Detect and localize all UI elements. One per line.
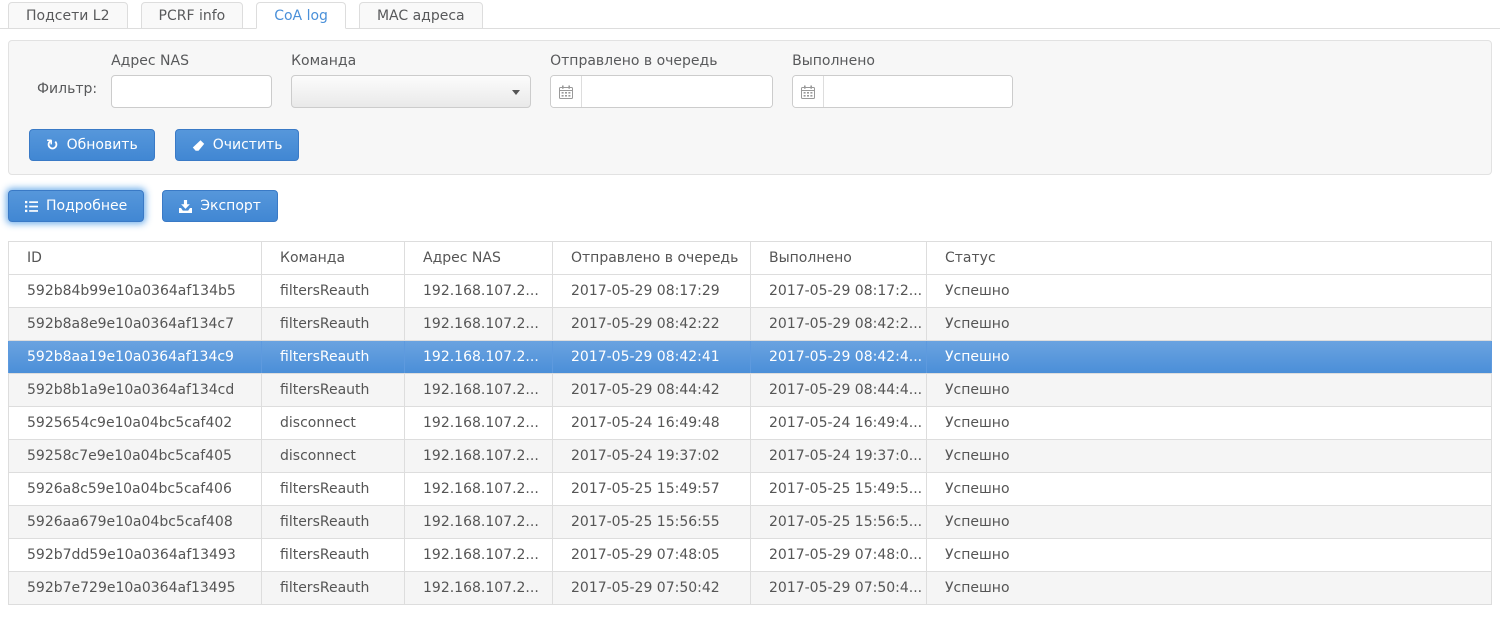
column-header-nas: Адрес NAS — [404, 241, 553, 275]
table-row[interactable]: 592b8b1a9e10a0364af134cd filtersReauth 1… — [8, 373, 1492, 407]
status-cell: Успешно — [926, 274, 1492, 308]
column-header-id: ID — [8, 241, 262, 275]
nas-filter-input[interactable] — [111, 75, 273, 108]
status-cell: Успешно — [926, 439, 1492, 473]
table-header-row: ID Команда Адрес NAS Отправлено в очеред… — [8, 241, 1492, 275]
clear-button[interactable]: Очистить — [174, 129, 300, 161]
column-header-executed: Выполнено — [750, 241, 927, 275]
export-button[interactable]: Экспорт — [162, 190, 278, 222]
queued-filter-label: Отправлено в очередь — [550, 53, 718, 69]
tab-mac-adresa[interactable]: MAC адреса — [358, 2, 483, 29]
calendar-icon[interactable] — [793, 76, 825, 107]
column-header-status: Статус — [926, 241, 1492, 275]
column-header-command: Команда — [261, 241, 405, 275]
status-cell: Успешно — [926, 373, 1492, 407]
calendar-icon[interactable] — [551, 76, 583, 107]
table-row[interactable]: 5926aa679e10a04bc5caf408 filtersReauth 1… — [8, 505, 1492, 539]
nas-filter-label: Адрес NAS — [111, 53, 189, 69]
tab-pcrf-info[interactable]: PCRF info — [140, 2, 244, 29]
executed-filter-group: Выполнено — [792, 53, 1014, 108]
command-filter-select[interactable] — [291, 75, 532, 108]
executed-filter-label: Выполнено — [792, 53, 875, 69]
status-cell: Успешно — [926, 406, 1492, 440]
nas-filter-group: Адрес NAS — [111, 53, 273, 108]
tab-coa-log[interactable]: CoA log — [256, 2, 346, 29]
refresh-icon: ↻ — [46, 135, 59, 154]
refresh-button[interactable]: ↻ Обновить — [29, 129, 155, 161]
status-cell: Успешно — [926, 538, 1492, 572]
details-button[interactable]: Подробнее — [8, 190, 145, 222]
table-row-selected[interactable]: 592b8aa19e10a0364af134c9 filtersReauth 1… — [8, 340, 1492, 374]
coa-log-table: ID Команда Адрес NAS Отправлено в очеред… — [8, 241, 1492, 605]
table-row[interactable]: 5925654c9e10a04bc5caf402 disconnect 192.… — [8, 406, 1492, 440]
tab-podseti-l2[interactable]: Подсети L2 — [8, 2, 128, 29]
table-row[interactable]: 592b7dd59e10a0364af13493 filtersReauth 1… — [8, 538, 1492, 572]
tab-bar: Подсети L2 PCRF info CoA log MAC адреса — [0, 0, 1500, 29]
download-icon — [179, 199, 193, 213]
filter-panel: Фильтр: Адрес NAS Команда Отправлено в о… — [8, 40, 1492, 175]
status-cell: Успешно — [926, 472, 1492, 506]
list-icon — [25, 200, 38, 213]
queued-filter-input[interactable] — [582, 76, 773, 107]
eraser-icon — [192, 139, 205, 152]
queued-filter-group: Отправлено в очередь — [550, 53, 774, 108]
table-row[interactable]: 592b84b99e10a0364af134b5 filtersReauth 1… — [8, 274, 1492, 308]
status-cell: Успешно — [926, 340, 1492, 374]
filter-caption: Фильтр: — [37, 81, 98, 97]
status-cell: Успешно — [926, 571, 1492, 605]
status-cell: Успешно — [926, 505, 1492, 539]
command-filter-label: Команда — [291, 53, 357, 69]
action-row: Подробнее Экспорт — [8, 190, 1492, 222]
executed-filter-input[interactable] — [824, 76, 1013, 107]
column-header-queued: Отправлено в очередь — [552, 241, 751, 275]
status-cell: Успешно — [926, 307, 1492, 341]
table-row[interactable]: 592b7e729e10a0364af13495 filtersReauth 1… — [8, 571, 1492, 605]
table-row[interactable]: 592b8a8e9e10a0364af134c7 filtersReauth 1… — [8, 307, 1492, 341]
command-filter-group: Команда — [291, 53, 532, 108]
table-row[interactable]: 5926a8c59e10a04bc5caf406 filtersReauth 1… — [8, 472, 1492, 506]
table-row[interactable]: 59258c7e9e10a04bc5caf405 disconnect 192.… — [8, 439, 1492, 473]
